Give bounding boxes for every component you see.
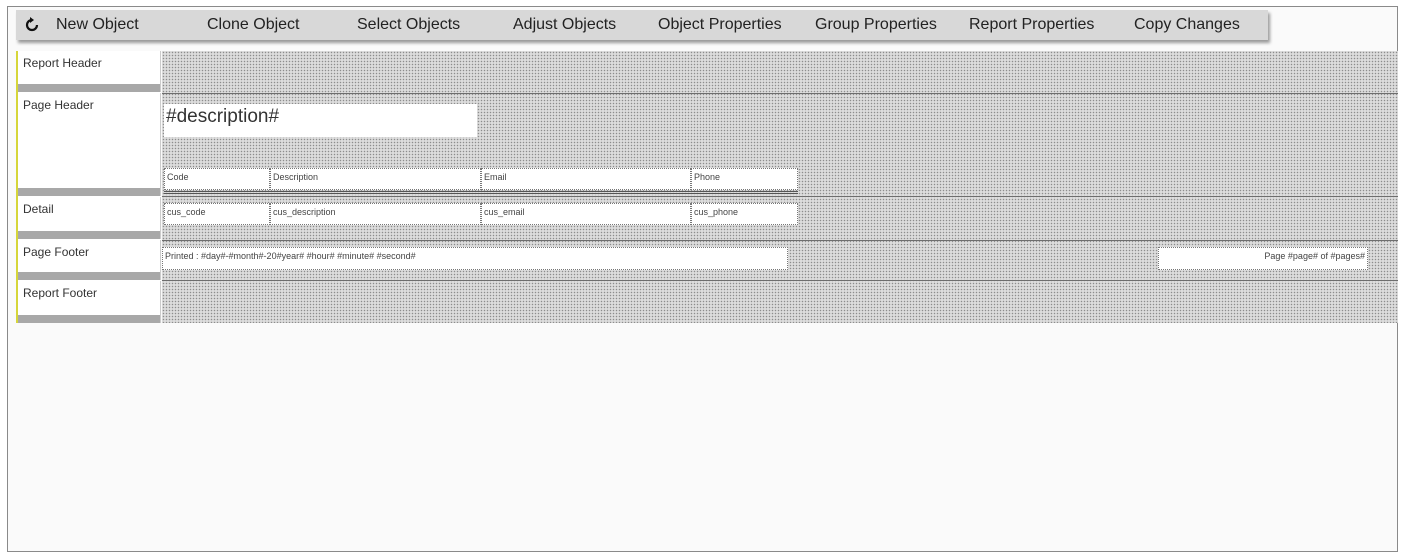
- detail-field-description[interactable]: cus_description: [270, 203, 481, 225]
- object-properties-button[interactable]: Object Properties: [658, 10, 782, 40]
- band-detail[interactable]: cus_code cus_description cus_email cus_p…: [162, 197, 1398, 241]
- band-label-text: Page Header: [23, 98, 94, 112]
- new-object-button[interactable]: New Object: [56, 10, 139, 40]
- band-report-footer[interactable]: [162, 281, 1398, 323]
- detail-field-code[interactable]: cus_code: [164, 203, 270, 225]
- detail-field-phone[interactable]: cus_phone: [691, 203, 798, 225]
- band-label-detail[interactable]: Detail: [18, 197, 161, 239]
- column-header-email[interactable]: Email: [481, 168, 691, 190]
- band-resize-handle[interactable]: [18, 188, 160, 196]
- band-labels: Report Header Page Header Detail Page Fo…: [16, 51, 161, 323]
- detail-field-email[interactable]: cus_email: [481, 203, 691, 225]
- page-number-field[interactable]: Page #page# of #pages#: [1158, 247, 1368, 270]
- report-title-field[interactable]: #description#: [164, 104, 477, 137]
- copy-changes-button[interactable]: Copy Changes: [1134, 10, 1240, 40]
- report-designer: Report Header Page Header Detail Page Fo…: [16, 51, 1398, 323]
- column-header-description[interactable]: Description: [270, 168, 481, 190]
- band-label-report-footer[interactable]: Report Footer: [18, 281, 161, 323]
- column-header-code[interactable]: Code: [164, 168, 270, 190]
- toolbar: New Object Clone Object Select Objects A…: [16, 10, 1268, 40]
- clone-object-button[interactable]: Clone Object: [207, 10, 300, 40]
- band-label-report-header[interactable]: Report Header: [18, 51, 161, 92]
- select-objects-button[interactable]: Select Objects: [357, 10, 460, 40]
- band-label-text: Report Header: [23, 56, 102, 70]
- band-label-text: Detail: [23, 202, 54, 216]
- group-properties-button[interactable]: Group Properties: [815, 10, 937, 40]
- band-label-page-footer[interactable]: Page Footer: [18, 240, 161, 280]
- band-resize-handle[interactable]: [18, 272, 160, 280]
- refresh-icon[interactable]: [24, 17, 40, 33]
- band-label-page-header[interactable]: Page Header: [18, 93, 161, 196]
- band-page-header[interactable]: #description# Code Description Email Pho…: [162, 94, 1398, 197]
- band-resize-handle[interactable]: [18, 84, 160, 92]
- header-divider-line[interactable]: [164, 191, 798, 194]
- design-canvas[interactable]: #description# Code Description Email Pho…: [162, 51, 1398, 323]
- band-resize-handle[interactable]: [18, 231, 160, 239]
- band-page-footer[interactable]: Printed : #day#-#month#-20#year# #hour# …: [162, 241, 1398, 281]
- column-header-phone[interactable]: Phone: [691, 168, 798, 190]
- report-properties-button[interactable]: Report Properties: [969, 10, 1094, 40]
- band-report-header[interactable]: [162, 51, 1398, 94]
- band-label-text: Report Footer: [23, 286, 98, 300]
- band-label-text: Page Footer: [23, 245, 90, 259]
- band-resize-handle[interactable]: [18, 315, 160, 323]
- adjust-objects-button[interactable]: Adjust Objects: [513, 10, 616, 40]
- printed-datetime-field[interactable]: Printed : #day#-#month#-20#year# #hour# …: [162, 247, 788, 270]
